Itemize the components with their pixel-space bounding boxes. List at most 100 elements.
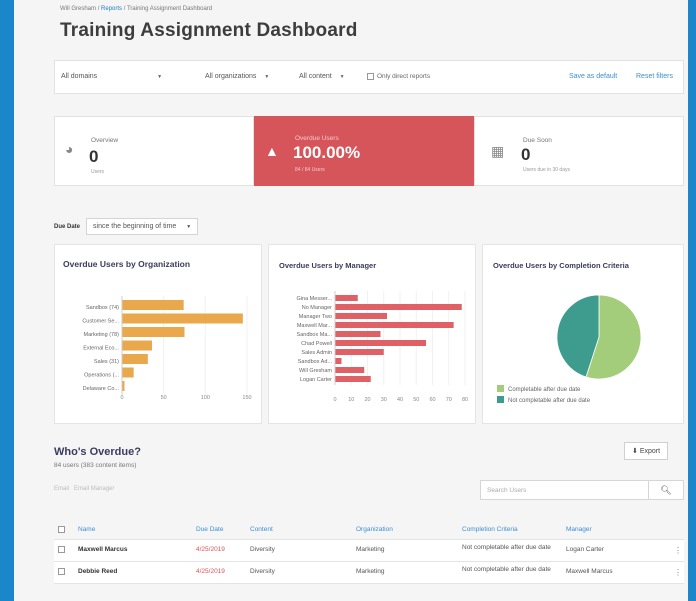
direct-reports-checkbox[interactable]: Only direct reports <box>367 73 430 80</box>
category-label: Sandbox Ma... <box>297 332 333 338</box>
bar <box>335 349 384 355</box>
x-tick-label: 50 <box>161 395 167 401</box>
overview-value: 0 <box>89 147 99 166</box>
export-button[interactable]: ⬇ Export <box>624 442 669 460</box>
checkbox-box[interactable] <box>367 73 374 80</box>
row-checkbox[interactable] <box>58 546 65 553</box>
chevron-down-icon: ▼ <box>157 74 163 80</box>
x-tick-label: 80 <box>462 397 468 403</box>
table-row[interactable]: Debbie Reed 4/25/2019 Diversity Marketin… <box>54 562 684 584</box>
bar <box>335 376 371 382</box>
bar <box>122 340 152 351</box>
breadcrumb-reports-link[interactable]: Reports <box>101 6 122 12</box>
select-all-checkbox[interactable] <box>58 526 65 533</box>
category-label: External Eco... <box>83 346 119 352</box>
bar <box>122 367 134 378</box>
manager-bar-chart: 0 10 20 30 40 50 60 70 80 Gina Messer... No Manage… <box>297 291 468 403</box>
breadcrumb-current: Training Assignment Dashboard <box>126 6 213 12</box>
x-tick-label: 10 <box>348 397 354 403</box>
category-label: Delaware Co... <box>83 386 120 392</box>
organization-select[interactable]: All organizations ▼ <box>205 73 269 80</box>
pie-chart-icon: ◕ <box>65 141 74 157</box>
bar <box>122 354 148 364</box>
category-label: Sales (31) <box>94 359 119 365</box>
org-chart-card: Overdue Users by Organization 0 50 100 150 S… <box>54 244 262 424</box>
table-header: Name Due Date Content Organization Compl… <box>54 520 684 540</box>
column-header-manager[interactable]: Manager <box>566 526 592 533</box>
category-label: Customer Se... <box>82 319 119 325</box>
x-tick-label: 40 <box>397 397 403 403</box>
category-label: Chad Powell <box>301 341 332 347</box>
overview-card: ◕ Overview 0 Users <box>54 116 254 186</box>
category-label: No Manager <box>302 305 332 311</box>
column-header-due-date[interactable]: Due Date <box>196 526 223 533</box>
x-tick-label: 20 <box>364 397 370 403</box>
criteria-chart-card: Overdue Users by Completion Criteria Com… <box>482 244 684 424</box>
criteria-pie-chart: Completable after due date Not completabl… <box>497 294 642 404</box>
whos-overdue-summary: 84 users (383 content items) <box>54 462 137 469</box>
bar <box>122 327 185 337</box>
breadcrumb-user[interactable]: Will Gresham <box>60 6 96 12</box>
category-label: Marketing (78) <box>84 332 120 338</box>
category-label: Sandbox (74) <box>86 305 119 311</box>
bar <box>335 304 462 310</box>
legend-swatch <box>497 396 504 403</box>
more-options-icon[interactable]: ⋮ <box>674 568 682 577</box>
category-label: Sandbox Ad... <box>298 359 333 365</box>
reset-filters-link[interactable]: Reset filters <box>636 73 673 80</box>
bar <box>335 340 426 346</box>
email-button[interactable]: Email <box>54 486 69 492</box>
bar <box>335 295 358 301</box>
overdue-users-card: ▲ Overdue Users 100.00% 84 / 84 Users <box>254 116 474 186</box>
x-tick-label: 70 <box>446 397 452 403</box>
chevron-down-icon: ▼ <box>186 224 192 230</box>
bar <box>122 313 243 324</box>
filter-bar: All domains ▼ All organizations ▼ All co… <box>54 60 684 94</box>
email-manager-button[interactable]: Email Manager <box>74 486 114 492</box>
search-users-input[interactable]: Search Users <box>480 480 664 500</box>
x-tick-label: 150 <box>242 395 251 401</box>
page-title: Training Assignment Dashboard <box>60 20 358 41</box>
legend-label: Completable after due date <box>508 387 581 393</box>
column-header-completion-criteria[interactable]: Completion Criteria <box>462 526 518 533</box>
chevron-down-icon: ▼ <box>264 74 270 80</box>
bar <box>335 367 365 373</box>
category-label: Maxwell Mar... <box>297 323 333 329</box>
bar <box>335 358 342 364</box>
row-checkbox[interactable] <box>58 568 65 575</box>
overdue-table: Name Due Date Content Organization Compl… <box>54 520 684 584</box>
column-header-content[interactable]: Content <box>250 526 273 533</box>
x-tick-label: 50 <box>413 397 419 403</box>
download-icon: ⬇ <box>632 448 638 455</box>
table-row[interactable]: Maxwell Marcus 4/25/2019 Diversity Marke… <box>54 540 684 562</box>
bar <box>335 322 454 328</box>
due-date-select[interactable]: since the beginning of time ▼ <box>86 218 199 235</box>
dashboard-page: Will Gresham / Reports / Training Assign… <box>14 0 688 601</box>
category-label: Operations (... <box>84 373 119 379</box>
category-label: Manager Two <box>299 314 332 320</box>
search-icon: 🔍︎ <box>660 484 672 495</box>
due-soon-value: 0 <box>521 145 531 164</box>
column-header-name[interactable]: Name <box>78 526 95 533</box>
legend-label: Not completable after due date <box>508 398 591 404</box>
column-header-organization[interactable]: Organization <box>356 526 393 533</box>
whos-overdue-title: Who's Overdue? <box>54 446 141 458</box>
category-label: Logan Carter <box>300 377 332 383</box>
bar <box>335 331 381 337</box>
category-label: Will Gresham <box>299 368 332 374</box>
domain-select[interactable]: All domains ▼ <box>61 73 162 80</box>
overdue-users-value: 100.00% <box>293 143 361 162</box>
calendar-icon: ▦ <box>491 143 505 159</box>
x-tick-label: 0 <box>333 397 336 403</box>
category-label: Gina Messer... <box>297 296 333 302</box>
x-tick-label: 30 <box>381 397 387 403</box>
save-default-link[interactable]: Save as default <box>569 73 617 80</box>
more-options-icon[interactable]: ⋮ <box>674 546 682 555</box>
content-select[interactable]: All content ▼ <box>299 73 345 80</box>
bar <box>122 300 184 310</box>
search-button[interactable]: 🔍︎ <box>648 480 684 500</box>
org-bar-chart: 0 50 100 150 Sandbox (74) Customer Se... Marke… <box>82 296 252 401</box>
manager-chart-card: Overdue Users by Manager 0 10 20 30 40 50 60 70… <box>268 244 476 424</box>
due-date-filter: Due Date since the beginning of time ▼ <box>54 218 199 235</box>
chevron-down-icon: ▼ <box>339 74 345 80</box>
